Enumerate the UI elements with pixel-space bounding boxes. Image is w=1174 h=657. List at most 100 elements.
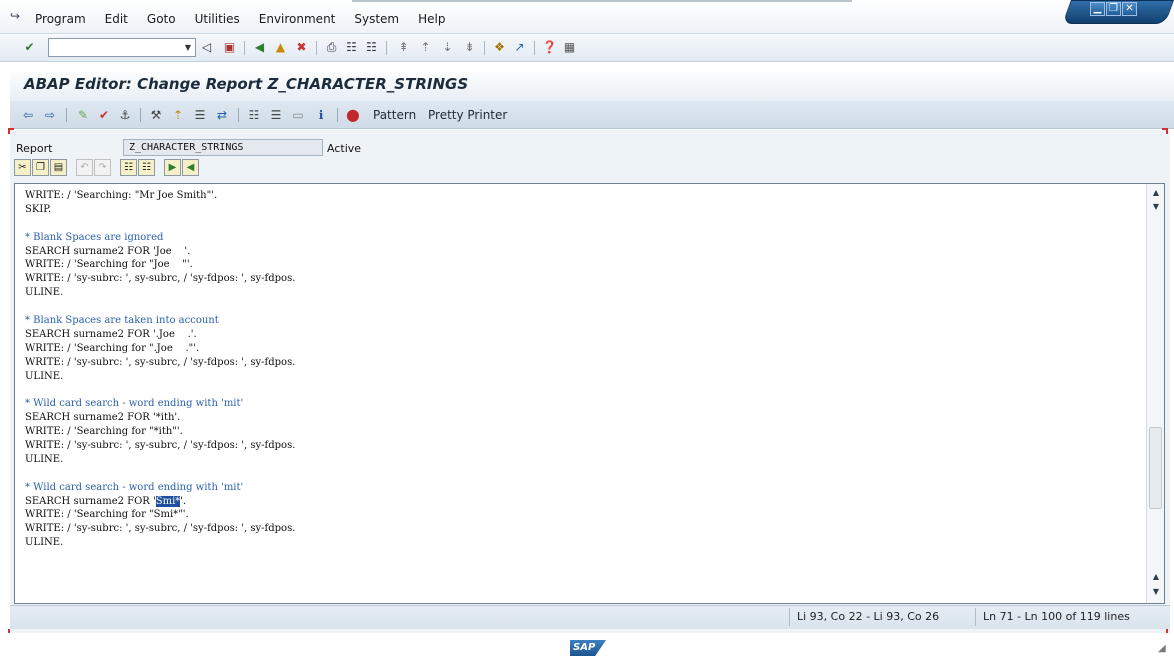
code-line[interactable]: ULINE. [25,370,295,384]
status-separator [975,608,976,626]
command-field[interactable]: ▼ [48,38,196,57]
check-icon[interactable]: ✔ [96,107,112,123]
report-status: Active [327,142,362,155]
code-editor[interactable]: WRITE: / 'Searching: "Mr Joe Smith"'. SKI… [14,183,1165,604]
code-line[interactable]: WRITE: / 'Searching for "*ith"'. [25,425,295,439]
code-comment-line[interactable]: * Wild card search - word ending with 'm… [25,397,295,411]
find-next-icon[interactable]: ☷ [364,40,379,55]
back-icon[interactable]: ◀ [252,40,267,55]
code-line[interactable]: WRITE: / 'Searching for ".Joe ."'. [25,342,295,356]
save-icon[interactable]: ▣ [222,40,237,55]
menu-bar: ↪ Program Edit Goto Utilities Environmen… [0,0,1174,34]
dropdown-icon[interactable]: ▼ [183,41,193,54]
code-content[interactable]: WRITE: / 'Searching: "Mr Joe Smith"'. SKI… [25,189,295,550]
code-line[interactable] [25,217,295,231]
scroll-up-page-icon[interactable]: ▼ [1150,202,1162,212]
code-line[interactable]: WRITE: / 'sy-subrc: ', sy-subrc, / 'sy-f… [25,356,295,370]
window-buttons: ▁ ❐ ✕ [1090,2,1137,16]
code-line[interactable]: WRITE: / 'Searching for "Smi*"'. [25,508,295,522]
pattern-button[interactable]: Pattern [373,108,416,122]
code-comment-line[interactable]: * Wild card search - word ending with 'm… [25,481,295,495]
scrollbar-thumb[interactable] [1149,427,1162,509]
code-line[interactable]: SEARCH surname2 FOR 'Smi*'. [25,495,295,509]
back-triangle-icon[interactable]: ◁ [199,40,214,55]
activate-icon[interactable]: ⚓ [117,107,133,123]
code-line[interactable] [25,467,295,481]
screen-icon[interactable]: ☰ [268,107,284,123]
menu-help[interactable]: Help [418,12,445,26]
delete-line-icon[interactable]: ◀ [182,159,199,176]
code-line[interactable] [25,383,295,397]
pretty-printer-button[interactable]: Pretty Printer [428,108,507,122]
code-line[interactable]: WRITE: / 'sy-subrc: ', sy-subrc, / 'sy-f… [25,439,295,453]
test-icon[interactable]: ⚒ [148,107,164,123]
code-line[interactable]: WRITE: / 'sy-subrc: ', sy-subrc, / 'sy-f… [25,522,295,536]
selected-text[interactable]: Smi* [155,495,181,507]
menu-environment[interactable]: Environment [259,12,336,26]
scroll-up-icon[interactable]: ▲ [1150,188,1162,198]
menu-system[interactable]: System [354,12,399,26]
toolbar-separator [386,41,387,55]
hierarchy-icon[interactable]: ☷ [246,107,262,123]
close-icon[interactable]: ✕ [1122,2,1137,16]
line-range: Ln 71 - Ln 100 of 119 lines [983,610,1130,623]
menu-goto[interactable]: Goto [147,12,176,26]
find-icon[interactable]: ☷ [120,159,137,176]
code-line[interactable]: WRITE: / 'Searching: "Mr Joe Smith"'. [25,189,295,203]
code-comment-line[interactable]: * Blank Spaces are taken into account [25,314,295,328]
print-icon[interactable]: ⎙ [324,40,339,55]
new-session-icon[interactable]: ❖ [492,40,507,55]
menu-exit-icon[interactable]: ↪ [10,10,24,22]
undo-icon[interactable]: ↶ [76,159,93,176]
shortcut-icon[interactable]: ↗ [512,40,527,55]
stop-icon[interactable]: ⬤ [345,107,361,123]
scroll-down-page-icon[interactable]: ▲ [1150,572,1162,582]
code-line[interactable]: WRITE: / 'sy-subrc: ', sy-subrc, / 'sy-f… [25,272,295,286]
code-line[interactable]: ULINE. [25,536,295,550]
exit-icon[interactable]: ▲ [273,40,288,55]
code-line[interactable]: SKIP. [25,203,295,217]
code-line[interactable] [25,300,295,314]
display-change-icon[interactable]: ✎ [75,107,91,123]
report-name-field[interactable]: Z_CHARACTER_STRINGS [123,139,323,156]
restore-icon[interactable]: ❐ [1106,2,1121,16]
previous-page-icon[interactable]: ⇡ [418,40,433,55]
menu-program[interactable]: Program [35,12,86,26]
copy-icon[interactable]: ❐ [32,159,49,176]
find-icon[interactable]: ☷ [344,40,359,55]
code-line[interactable]: ULINE. [25,453,295,467]
forward-arrow-icon[interactable]: ⇨ [42,107,58,123]
last-page-icon[interactable]: ⇟ [462,40,477,55]
insert-line-icon[interactable]: ▶ [164,159,181,176]
status-bar: Li 93, Co 22 - Li 93, Co 26 Ln 71 - Ln 1… [10,605,1170,629]
next-page-icon[interactable]: ⇣ [440,40,455,55]
code-line[interactable]: SEARCH surname2 FOR '*ith'. [25,411,295,425]
scroll-down-icon[interactable]: ▼ [1150,587,1162,597]
menu-utilities[interactable]: Utilities [195,12,240,26]
code-line[interactable]: WRITE: / 'Searching for "Joe "'. [25,258,295,272]
paste-icon[interactable]: ▤ [50,159,67,176]
object-list-icon[interactable]: ☰ [192,107,208,123]
code-comment-line[interactable]: * Blank Spaces are ignored [25,231,295,245]
info-icon[interactable]: ℹ [313,107,329,123]
cancel-icon[interactable]: ✖ [294,40,309,55]
enter-icon[interactable]: ✔ [22,40,37,55]
cut-icon[interactable]: ✂ [14,159,31,176]
standard-toolbar: ✔ ▼ ◁ ▣ ◀ ▲ ✖ ⎙ ☷ ☷ ⇞ ⇡ ⇣ ⇟ ❖ ↗ ❓ ▦ [0,35,1174,62]
redo-icon[interactable]: ↷ [94,159,111,176]
first-page-icon[interactable]: ⇞ [396,40,411,55]
frame-icon[interactable]: ▭ [290,107,306,123]
code-line[interactable]: ULINE. [25,286,295,300]
help-icon[interactable]: ❓ [542,40,557,55]
navigation-window-icon[interactable]: ⇄ [214,107,230,123]
code-line[interactable]: SEARCH surname2 FOR 'Joe '. [25,245,295,259]
minimize-icon[interactable]: ▁ [1090,2,1105,16]
vertical-scrollbar[interactable]: ▲ ▼ ▲ ▼ [1146,184,1164,603]
resize-grip-icon[interactable]: ◢ [1158,643,1166,654]
layout-icon[interactable]: ▦ [562,40,577,55]
find-replace-icon[interactable]: ☷ [138,159,155,176]
where-used-icon[interactable]: ⇡ [170,107,186,123]
menu-edit[interactable]: Edit [105,12,128,26]
code-line[interactable]: SEARCH surname2 FOR '.Joe .'. [25,328,295,342]
back-arrow-icon[interactable]: ⇦ [20,107,36,123]
